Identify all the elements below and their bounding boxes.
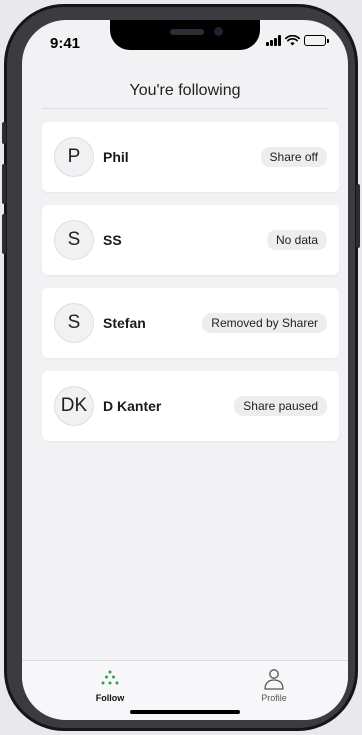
status-badge: Share off [260,147,327,167]
tab-bar: Follow Profile [22,660,348,720]
page-title: You're following [129,82,241,99]
notch [110,20,260,50]
power-button [356,184,360,248]
speaker [170,29,204,35]
mute-switch [2,122,6,144]
status-badge: Removed by Sharer [202,313,327,333]
header-divider [42,108,328,109]
person-name: Phil [103,149,129,165]
battery-icon [304,35,329,46]
status-badge: Share paused [234,396,327,416]
status-badge: No data [266,230,327,250]
person-icon [264,669,284,690]
avatar: DK [54,386,94,426]
following-list: P Phil Share off S SS No data S Stefan R… [42,122,339,454]
avatar: S [54,303,94,343]
screen: 9:41 You're following P Phil Share off S… [22,20,348,720]
volume-down-button [2,214,6,254]
following-card-d-kanter[interactable]: DK D Kanter Share paused [42,371,339,441]
avatar: S [54,220,94,260]
tab-follow-label: Follow [95,693,125,703]
tab-profile-label: Profile [261,693,287,703]
following-card-stefan[interactable]: S Stefan Removed by Sharer [42,288,339,358]
tab-profile[interactable]: Profile [224,667,324,703]
dots-cluster-icon [101,670,119,685]
status-time: 9:41 [50,35,81,52]
tab-follow[interactable]: Follow [60,667,160,703]
cellular-signal-icon [266,35,281,46]
person-name: SS [103,232,122,248]
following-card-ss[interactable]: S SS No data [42,205,339,275]
wifi-icon [285,35,300,46]
person-name: D Kanter [103,398,162,414]
home-indicator[interactable] [130,710,240,714]
status-icons [266,35,329,46]
front-camera [214,27,223,36]
volume-up-button [2,164,6,204]
avatar: P [54,137,94,177]
following-card-phil[interactable]: P Phil Share off [42,122,339,192]
device-frame: 9:41 You're following P Phil Share off S… [2,4,360,731]
person-name: Stefan [103,315,146,331]
